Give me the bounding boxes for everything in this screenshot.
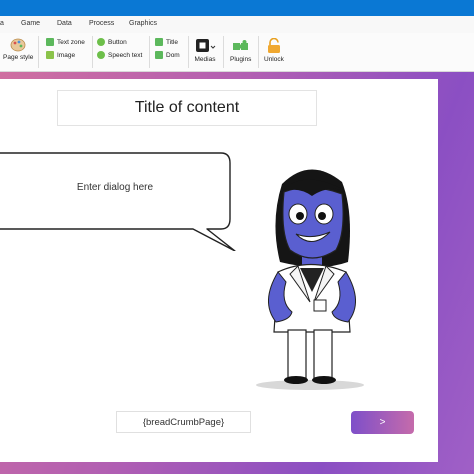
image-icon <box>46 51 54 59</box>
palette-icon <box>10 38 26 52</box>
dom-label: Dom <box>166 51 180 59</box>
character-illustration[interactable] <box>250 162 380 394</box>
menu-item-graphics[interactable]: Graphics <box>129 20 157 27</box>
text-zone-label: Text zone <box>57 38 85 46</box>
speech-text-button[interactable]: Speech text <box>97 51 142 59</box>
page-style-label: Page style <box>3 54 34 61</box>
plugins-label: Plugins <box>230 56 252 63</box>
dom-icon <box>155 51 163 59</box>
content-page: Title of content Enter dialog here {brea… <box>0 79 438 462</box>
title-tool[interactable]: Title <box>155 38 178 46</box>
button-label: Button <box>108 38 127 46</box>
next-button[interactable]: > <box>351 411 414 434</box>
image-label: Image <box>57 51 76 59</box>
button-icon <box>97 38 105 46</box>
title-label: Title <box>166 38 179 46</box>
plugins-button[interactable]: Plugins <box>230 38 251 63</box>
text-zone-icon <box>46 38 54 46</box>
puzzle-icon <box>232 40 248 50</box>
window-title-bar <box>0 0 474 16</box>
menu-item-data[interactable]: Data <box>57 20 72 27</box>
ribbon-separator <box>188 36 189 68</box>
media-player-icon <box>196 39 216 52</box>
speech-bubble[interactable] <box>0 151 240 251</box>
menu-item-game[interactable]: Game <box>21 20 40 27</box>
dom-tool[interactable]: Dom <box>155 51 180 59</box>
menu-bar: a Game Data Process Graphics <box>0 16 474 33</box>
speech-text-icon <box>97 51 105 59</box>
ribbon-toolbar: Page style Text zone Image Button Speech… <box>0 33 474 72</box>
menu-item-process[interactable]: Process <box>89 20 114 27</box>
ribbon-separator <box>223 36 224 68</box>
ribbon-separator <box>92 36 93 68</box>
title-icon <box>155 38 163 46</box>
speech-text-label: Speech text <box>108 51 143 59</box>
button-tool[interactable]: Button <box>97 38 127 46</box>
padlock-icon <box>267 38 280 53</box>
text-zone-button[interactable]: Text zone <box>46 38 85 46</box>
dialog-text[interactable]: Enter dialog here <box>10 182 220 193</box>
unlock-label: Unlock <box>264 56 284 63</box>
ribbon-separator <box>149 36 150 68</box>
breadcrumb: {breadCrumbPage} <box>116 411 251 433</box>
content-title[interactable]: Title of content <box>57 90 317 126</box>
image-button[interactable]: Image <box>46 51 75 59</box>
medias-label: Medias <box>194 56 216 63</box>
ribbon-separator <box>38 36 39 68</box>
ribbon-separator <box>258 36 259 68</box>
page-style-button[interactable]: Page style <box>3 38 33 61</box>
medias-button[interactable]: Medias <box>194 38 216 63</box>
unlock-button[interactable]: Unlock <box>264 38 284 63</box>
menu-item-partial[interactable]: a <box>0 20 4 27</box>
